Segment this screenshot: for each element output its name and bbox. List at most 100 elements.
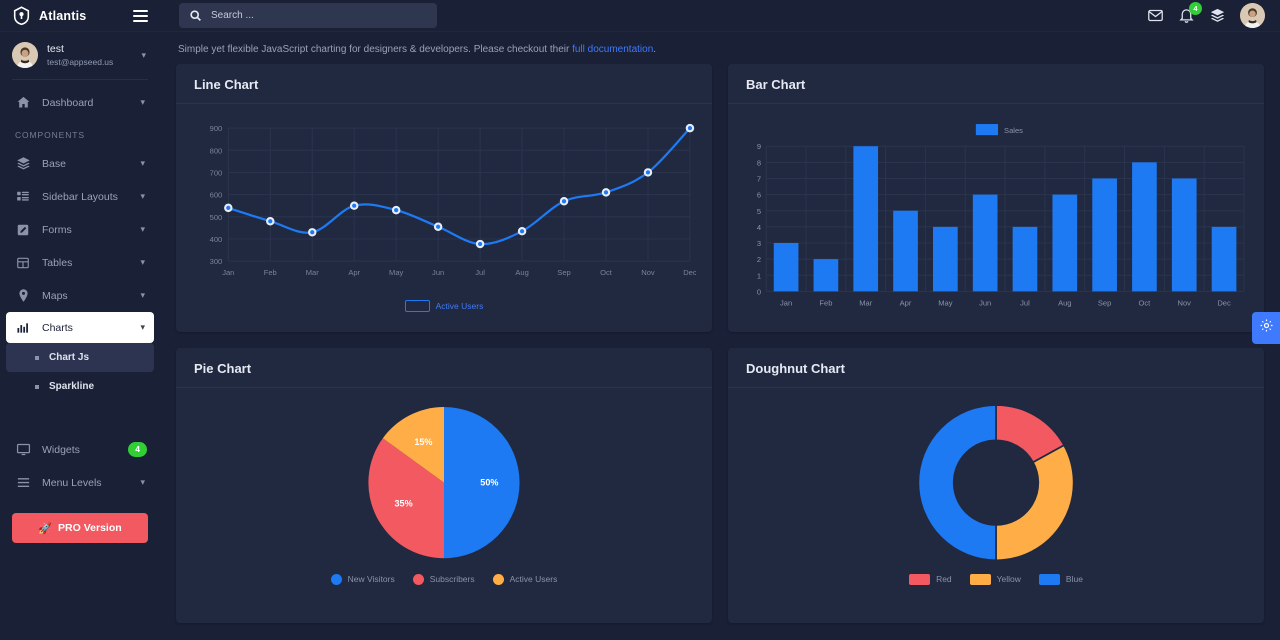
legend-swatch bbox=[330, 573, 342, 585]
legend-item[interactable]: New Visitors bbox=[330, 573, 395, 585]
sidebar-user-name: test bbox=[47, 42, 64, 55]
avatar bbox=[12, 42, 38, 68]
pro-version-label: PRO Version bbox=[58, 522, 122, 534]
sidebar-item-label: Dashboard bbox=[42, 96, 94, 109]
monitor-icon bbox=[15, 442, 31, 458]
list-grid-icon bbox=[15, 189, 31, 205]
caret-down-icon[interactable]: ▾ bbox=[140, 192, 147, 201]
layers-icon bbox=[15, 156, 31, 172]
svg-text:May: May bbox=[938, 298, 952, 307]
caret-down-icon[interactable]: ▾ bbox=[140, 98, 147, 107]
search-input[interactable] bbox=[211, 10, 427, 21]
legend-item[interactable]: Active Users bbox=[404, 300, 484, 313]
svg-text:Oct: Oct bbox=[1139, 298, 1152, 307]
envelope-icon[interactable] bbox=[1147, 7, 1164, 24]
bell-icon[interactable]: 4 bbox=[1178, 2, 1202, 24]
legend-item[interactable]: Subscribers bbox=[412, 573, 475, 585]
caret-down-icon[interactable]: ▾ bbox=[140, 225, 147, 234]
sidebar-logo-bar: Atlantis bbox=[0, 0, 160, 32]
legend-item[interactable]: Blue bbox=[1038, 573, 1083, 585]
svg-text:Apr: Apr bbox=[900, 298, 912, 307]
caret-down-icon[interactable]: ▾ bbox=[140, 478, 147, 487]
svg-text:15%: 15% bbox=[414, 437, 432, 447]
doughnut-chart-canvas[interactable] bbox=[744, 402, 1248, 568]
sidebar-item-charts[interactable]: Charts ▾ bbox=[6, 312, 154, 343]
caret-down-icon[interactable]: ▾ bbox=[141, 50, 148, 60]
page-content: Simple yet flexible JavaScript charting … bbox=[160, 32, 1280, 640]
bar-chart-canvas[interactable]: 9 8 7 6 5 4 3 2 1 0 Jan Feb Mar Apr May Jun Jul Aug Sep Oct… bbox=[744, 118, 1248, 320]
pie-chart-canvas[interactable]: 50% 35% 15% bbox=[192, 402, 696, 568]
pro-version-button[interactable]: 🚀 PRO Version bbox=[12, 513, 148, 543]
notification-badge: 4 bbox=[1189, 2, 1202, 15]
svg-text:Dec: Dec bbox=[1217, 298, 1231, 307]
layers-stack-icon[interactable] bbox=[1209, 7, 1226, 24]
card-title: Pie Chart bbox=[194, 360, 252, 376]
shield-logo-icon bbox=[12, 6, 31, 26]
sidebar-item-maps[interactable]: Maps ▾ bbox=[0, 279, 160, 312]
legend-swatch bbox=[909, 573, 931, 585]
card-title: Line Chart bbox=[194, 77, 259, 92]
svg-text:Jan: Jan bbox=[780, 298, 792, 307]
sidebar-item-chart-js[interactable]: Chart Js bbox=[6, 343, 154, 372]
svg-text:Aug: Aug bbox=[515, 268, 528, 277]
svg-text:Jul: Jul bbox=[475, 268, 485, 277]
sidebar-user-panel[interactable]: test test@appseed.us ▾ bbox=[0, 32, 160, 80]
doughnut-chart-legend: Red Yellow Blue bbox=[744, 568, 1248, 585]
topbar-actions: 4 bbox=[1147, 2, 1265, 28]
legend-item[interactable]: Active Users bbox=[492, 573, 557, 585]
caret-down-icon[interactable]: ▾ bbox=[140, 258, 147, 267]
sidebar-item-label: Widgets bbox=[42, 443, 80, 456]
sidebar-item-forms[interactable]: Forms ▾ bbox=[0, 213, 160, 246]
legend-swatch bbox=[404, 300, 430, 313]
svg-text:6: 6 bbox=[757, 191, 761, 200]
gear-icon bbox=[1259, 318, 1274, 338]
legend-label: Active Users bbox=[435, 301, 484, 312]
svg-text:Mar: Mar bbox=[306, 268, 319, 277]
avatar[interactable] bbox=[1240, 3, 1265, 28]
svg-text:3: 3 bbox=[757, 239, 761, 248]
line-chart-canvas[interactable]: 900 800 700 600 500 400 300 Jan Feb Mar Apr May Jun J… bbox=[192, 118, 696, 294]
svg-text:Nov: Nov bbox=[1178, 298, 1192, 307]
card-body: 9 8 7 6 5 4 3 2 1 0 Jan Feb Mar Apr May Jun Jul Aug Sep Oct… bbox=[728, 104, 1264, 332]
caret-down-icon[interactable]: ▾ bbox=[140, 323, 147, 332]
line-chart-card: Line Chart 900 800 700 600 500 400 300 Jan Feb Ma… bbox=[176, 64, 712, 332]
card-body: Red Yellow Blue bbox=[728, 388, 1264, 597]
svg-text:8: 8 bbox=[757, 158, 761, 167]
sidebar-item-widgets[interactable]: Widgets 4 bbox=[0, 433, 160, 466]
sidebar-item-dashboard[interactable]: Dashboard ▾ bbox=[0, 86, 160, 119]
card-title: Doughnut Chart bbox=[746, 360, 845, 376]
svg-text:Jul: Jul bbox=[1020, 298, 1030, 307]
card-body: 900 800 700 600 500 400 300 Jan Feb Mar Apr May Jun J… bbox=[176, 104, 712, 324]
svg-text:Jun: Jun bbox=[432, 268, 444, 277]
rocket-icon: 🚀 bbox=[38, 522, 53, 535]
search-box[interactable] bbox=[179, 3, 437, 28]
sidebar-item-menu-levels[interactable]: Menu Levels ▾ bbox=[0, 466, 160, 499]
sidebar-item-sparkline[interactable]: Sparkline bbox=[6, 372, 154, 401]
legend-item[interactable]: Yellow bbox=[969, 573, 1021, 585]
svg-text:Apr: Apr bbox=[348, 268, 360, 277]
sidebar-menu: Dashboard ▾ COMPONENTS Base ▾ Sidebar La… bbox=[0, 80, 160, 640]
pencil-square-icon bbox=[15, 222, 31, 238]
bullet-icon bbox=[35, 355, 39, 360]
sidebar-item-tables[interactable]: Tables ▾ bbox=[0, 246, 160, 279]
sidebar-user-email: test@appseed.us bbox=[47, 56, 114, 67]
legend-item[interactable]: Red bbox=[909, 573, 952, 585]
legend-label: New Visitors bbox=[347, 574, 395, 585]
card-body: 50% 35% 15% New Visitors Subscribers Active … bbox=[176, 388, 712, 597]
hamburger-icon[interactable] bbox=[133, 9, 148, 22]
caret-down-icon[interactable]: ▾ bbox=[140, 291, 147, 300]
legend-label: Blue bbox=[1065, 574, 1083, 585]
sidebar-item-base[interactable]: Base ▾ bbox=[0, 147, 160, 180]
caret-down-icon[interactable]: ▾ bbox=[140, 159, 147, 168]
full-documentation-link[interactable]: full documentation bbox=[572, 44, 653, 55]
settings-fab-button[interactable] bbox=[1252, 312, 1280, 344]
svg-text:35%: 35% bbox=[395, 498, 413, 508]
line-chart-legend: Active Users bbox=[192, 294, 696, 313]
sidebar-item-label: Menu Levels bbox=[42, 476, 102, 489]
lead-text-part2: . bbox=[653, 44, 657, 55]
sidebar-subitem-label: Chart Js bbox=[49, 352, 90, 363]
sidebar-item-label: Sidebar Layouts bbox=[42, 190, 118, 203]
sidebar-item-sidebar-layouts[interactable]: Sidebar Layouts ▾ bbox=[0, 180, 160, 213]
legend-swatch bbox=[969, 573, 991, 585]
sidebar-section-components: COMPONENTS bbox=[15, 130, 85, 140]
